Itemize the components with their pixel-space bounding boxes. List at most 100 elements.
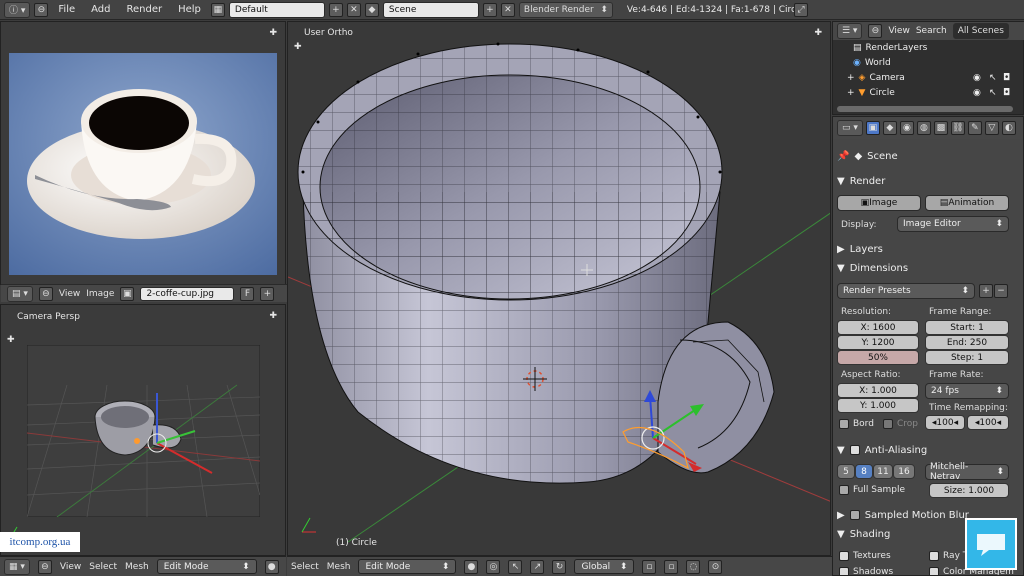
snap-icon[interactable]: ⊙ (708, 559, 723, 574)
visibility-eye-icon[interactable]: ◉ (973, 73, 981, 83)
shadows-checkbox[interactable]: Shadows (839, 567, 893, 575)
menu-view[interactable]: View (888, 26, 909, 36)
data-tab-icon[interactable]: ▽ (984, 121, 999, 135)
outliner-item-circle[interactable]: + ▼ Circle ◉ ↖ ◘ (833, 85, 1015, 100)
remap-new-field[interactable]: ◂100◂ (967, 415, 1009, 430)
select-arrow-icon[interactable]: ↖ (989, 73, 997, 83)
add-layout-icon[interactable]: + (328, 2, 343, 17)
menu-select[interactable]: Select (291, 562, 319, 572)
panel-corner-icon[interactable]: ✚ (269, 28, 277, 38)
panel-corner-icon[interactable]: ✚ (269, 311, 277, 321)
menu-help[interactable]: Help (172, 4, 207, 15)
constraints-tab-icon[interactable]: ⛓ (950, 121, 965, 135)
chat-logo-icon[interactable] (965, 518, 1017, 570)
layers-tab-icon[interactable]: ◆ (882, 121, 897, 135)
aspect-x-field[interactable]: X: 1.000 (837, 383, 919, 398)
expand-icon[interactable]: + (847, 88, 855, 98)
proportional-edit-icon[interactable]: ◌ (686, 559, 701, 574)
outliner-item-renderlayers[interactable]: ▤ RenderLayers (833, 40, 1015, 55)
orientation-dropdown[interactable]: Global ⬍ (574, 559, 635, 574)
ray-tracing-checkbox[interactable]: Ray T (929, 551, 968, 561)
visibility-eye-icon[interactable]: ◉ (973, 88, 981, 98)
remove-preset-icon[interactable]: − (994, 284, 1008, 298)
menu-view[interactable]: View (59, 289, 80, 299)
border-checkbox[interactable]: Bord (839, 419, 874, 429)
outliner-item-camera[interactable]: + ◈ Camera ◉ ↖ ◘ (833, 70, 1015, 85)
camera-scene-svg[interactable] (27, 345, 260, 517)
outliner-scrollbar[interactable] (837, 106, 1013, 112)
viewport-shading-icon[interactable]: ● (464, 559, 479, 574)
render-image-button[interactable]: ▣ Image (837, 195, 921, 211)
resolution-percent-field[interactable]: 50% (837, 350, 919, 365)
aa-samples-8[interactable]: 8 (855, 464, 873, 479)
full-sample-checkbox[interactable]: Full Sample (839, 485, 905, 495)
anti-aliasing-checkbox[interactable] (849, 445, 860, 455)
object-tab-icon[interactable]: ▩ (933, 121, 948, 135)
add-scene-icon[interactable]: + (482, 2, 497, 17)
pivot-point-icon[interactable]: ◎ (486, 559, 501, 574)
layout-icon[interactable]: ▦ (210, 2, 225, 17)
frame-start-field[interactable]: Start: 1 (925, 320, 1009, 335)
menu-file[interactable]: File (52, 4, 81, 15)
frame-rate-dropdown[interactable]: 24 fps ⬍ (925, 383, 1009, 399)
modifiers-tab-icon[interactable]: ✎ (967, 121, 982, 135)
scene-tab-icon[interactable]: ◉ (899, 121, 914, 135)
toolshelf-toggle-icon[interactable]: ✚ (7, 335, 15, 345)
remove-scene-icon[interactable]: ✕ (500, 2, 515, 17)
vertex-select-icon[interactable]: ▫ (642, 559, 657, 574)
translate-icon[interactable]: ↗ (530, 559, 545, 574)
new-image-icon[interactable]: + (260, 286, 275, 301)
dimensions-section-header[interactable]: ▼ Dimensions (837, 259, 1013, 277)
render-camera-icon[interactable]: ◘ (1003, 88, 1010, 98)
render-engine-dropdown[interactable]: Blender Render ⬍ (518, 1, 613, 18)
fullscreen-icon[interactable]: ⤢ (794, 3, 808, 17)
layers-section-header[interactable]: ▶ Layers (837, 240, 1013, 258)
editor-type-button[interactable]: ▦ ▾ (4, 558, 30, 575)
select-arrow-icon[interactable]: ↖ (989, 88, 997, 98)
scene-icon[interactable]: ◆ (364, 2, 379, 17)
mode-dropdown[interactable]: Edit Mode ⬍ (156, 559, 257, 574)
outliner-item-world[interactable]: ◉ World (833, 55, 1015, 70)
collapse-icon[interactable]: ⊖ (37, 559, 52, 574)
material-tab-icon[interactable]: ◐ (1001, 121, 1016, 135)
render-section-header[interactable]: ▼ Render (837, 172, 1013, 190)
collapse-icon[interactable]: ⊖ (868, 24, 883, 38)
frame-end-field[interactable]: End: 250 (925, 335, 1009, 350)
frame-step-field[interactable]: Step: 1 (925, 350, 1009, 365)
fake-user-button[interactable]: F (240, 286, 255, 301)
menu-view[interactable]: View (60, 562, 81, 572)
motion-blur-checkbox[interactable] (849, 510, 860, 520)
filter-size-field[interactable]: Size: 1.000 (929, 483, 1009, 498)
expand-icon[interactable]: + (847, 73, 855, 83)
menu-image[interactable]: Image (86, 289, 114, 299)
resolution-y-field[interactable]: Y: 1200 (837, 335, 919, 350)
render-presets-dropdown[interactable]: Render Presets ⬍ (837, 283, 975, 299)
shading-icon[interactable]: ● (264, 559, 279, 574)
collapse-icon[interactable]: ⊖ (38, 286, 53, 301)
render-tab-icon[interactable]: ▣ (865, 121, 880, 135)
menu-search[interactable]: Search (916, 26, 947, 36)
crop-checkbox[interactable]: Crop (883, 419, 918, 429)
resolution-x-field[interactable]: X: 1600 (837, 320, 919, 335)
rotate-icon[interactable]: ↻ (552, 559, 567, 574)
textures-checkbox[interactable]: Textures (839, 551, 891, 561)
aspect-y-field[interactable]: Y: 1.000 (837, 398, 919, 413)
image-browse-icon[interactable]: ▣ (120, 286, 135, 301)
menu-add[interactable]: Add (85, 4, 116, 15)
cup-mesh-svg[interactable] (288, 22, 831, 556)
menu-mesh[interactable]: Mesh (327, 562, 351, 572)
info-editor-type-button[interactable]: ⓘ ▾ (4, 1, 31, 18)
display-dropdown[interactable]: Image Editor ⬍ (897, 216, 1009, 232)
remap-old-field[interactable]: ◂100◂ (925, 415, 965, 430)
editor-type-button[interactable]: ☰ ▾ (837, 23, 863, 39)
pin-icon[interactable]: 📌 (837, 151, 849, 162)
editor-type-button[interactable]: ▤ ▾ (7, 285, 33, 302)
manipulator-icon[interactable]: ↖ (508, 559, 523, 574)
image-name-field[interactable]: 2-coffe-cup.jpg (140, 286, 235, 301)
world-tab-icon[interactable]: ◍ (916, 121, 931, 135)
render-animation-button[interactable]: ▤ Animation (925, 195, 1009, 211)
editor-type-button[interactable]: ▭ ▾ (837, 120, 863, 136)
scene-field[interactable]: Scene (382, 1, 479, 18)
display-mode-dropdown[interactable]: All Scenes (952, 23, 1009, 39)
remove-layout-icon[interactable]: ✕ (346, 2, 361, 17)
